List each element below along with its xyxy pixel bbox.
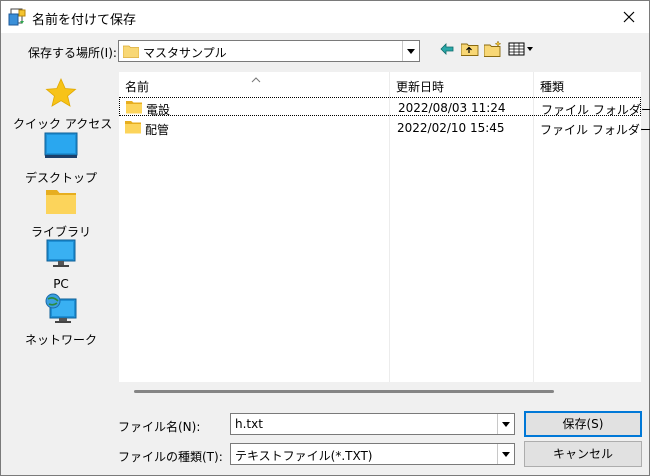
location-value: マスタサンプル [143, 46, 227, 60]
column-header-label: 名前 [125, 80, 150, 94]
save-as-dialog: 名前を付けて保存 保存する場所(I): マスタサンプル クイック アクセス デス… [0, 0, 650, 476]
pc-icon [44, 239, 78, 271]
location-combo[interactable]: マスタサンプル [118, 40, 420, 62]
filetype-value: テキストファイル(*.TXT) [235, 449, 373, 463]
place-label: PC [53, 277, 69, 291]
chevron-down-icon[interactable] [497, 414, 514, 434]
chevron-down-icon[interactable] [402, 41, 419, 61]
place-network[interactable]: ネットワーク [13, 293, 109, 347]
desktop-icon [44, 131, 78, 163]
location-label: 保存する場所(I): [28, 46, 117, 60]
place-label: ライブラリ [30, 225, 91, 239]
file-type: ファイル フォルダー [541, 103, 650, 117]
place-quick-access[interactable]: クイック アクセス [13, 77, 113, 131]
filename-input[interactable]: h.txt [230, 413, 515, 435]
folder-icon [125, 120, 141, 137]
place-libraries[interactable]: ライブラリ [13, 185, 109, 239]
column-header-modified[interactable]: 更新日時 [390, 72, 533, 96]
file-modified: 2022/08/03 11:24 [398, 101, 506, 115]
file-name: 電設 [146, 103, 171, 117]
file-modified: 2022/02/10 15:45 [397, 121, 505, 135]
file-row[interactable]: 配管 2022/02/10 15:45 ファイル フォルダー [119, 118, 650, 137]
place-label: ネットワーク [24, 333, 97, 347]
column-header-label: 更新日時 [396, 80, 445, 94]
filename-value: h.txt [235, 417, 263, 431]
up-folder-icon[interactable] [460, 41, 481, 57]
view-menu-icon[interactable] [508, 41, 534, 57]
column-header-type[interactable]: 種類 [534, 72, 641, 96]
filetype-label: ファイルの種類(T): [118, 450, 223, 464]
file-name: 配管 [145, 123, 170, 137]
scrollbar-thumb[interactable] [134, 390, 554, 393]
star-icon [44, 77, 78, 109]
close-button[interactable] [609, 1, 649, 33]
library-icon [44, 185, 78, 217]
place-label: デスクトップ [24, 171, 97, 185]
place-desktop[interactable]: デスクトップ [13, 131, 109, 185]
horizontal-scrollbar[interactable] [118, 385, 642, 399]
column-header-label: 種類 [540, 80, 565, 94]
filename-label: ファイル名(N): [118, 420, 201, 434]
filetype-select[interactable]: テキストファイル(*.TXT) [230, 443, 515, 465]
place-label: クイック アクセス [13, 117, 113, 131]
close-icon [623, 11, 635, 23]
app-icon [8, 8, 26, 26]
chevron-down-icon[interactable] [497, 444, 514, 464]
folder-icon [126, 100, 142, 117]
places-bar: クイック アクセス デスクトップ ライブラリ PC ネットワーク [13, 71, 113, 383]
new-folder-icon[interactable] [483, 40, 504, 57]
file-list[interactable]: 名前 更新日時 種類 電設 2022/08/03 11:24 ファイル フォルダ… [118, 71, 650, 383]
window-title: 名前を付けて保存 [32, 13, 137, 28]
back-arrow-icon[interactable] [439, 41, 459, 57]
folder-icon [122, 44, 140, 61]
cancel-button[interactable]: キャンセル [524, 441, 642, 467]
title-bar[interactable]: 名前を付けて保存 [1, 1, 649, 33]
place-pc[interactable]: PC [13, 239, 109, 291]
file-row[interactable]: 電設 2022/08/03 11:24 ファイル フォルダー [119, 97, 650, 117]
column-header-name[interactable]: 名前 [119, 72, 389, 96]
save-button[interactable]: 保存(S) [524, 411, 642, 437]
file-type: ファイル フォルダー [540, 123, 650, 137]
network-icon [44, 293, 78, 325]
